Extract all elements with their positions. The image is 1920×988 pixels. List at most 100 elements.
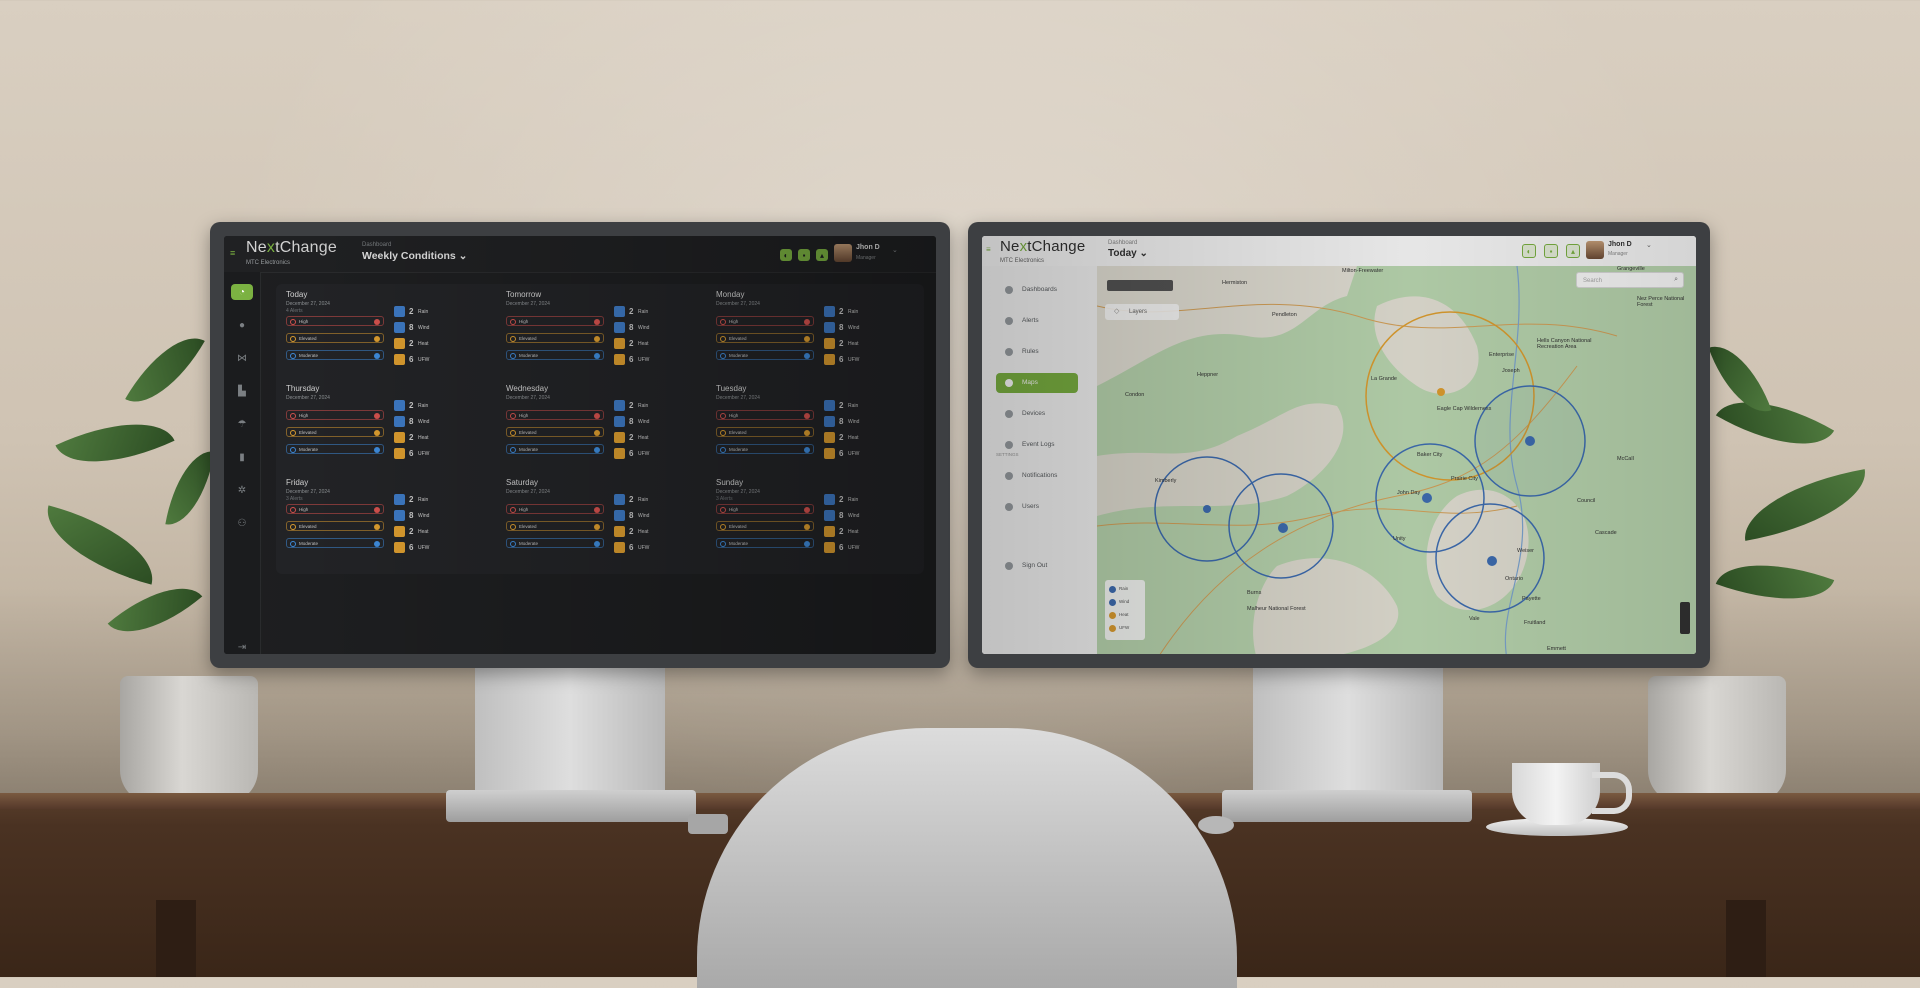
- dashboard-icon[interactable]: ◔: [231, 284, 253, 300]
- map-search-input[interactable]: Search: [1576, 272, 1684, 288]
- day-card[interactable]: Tuesday December 27, 2024 High Elevated Mode…: [716, 384, 921, 468]
- alert-level-row[interactable]: High: [506, 410, 604, 420]
- alert-level-row[interactable]: Moderate: [286, 444, 384, 454]
- chevron-down-icon[interactable]: ⌄: [892, 246, 898, 254]
- wind-marker[interactable]: [1487, 556, 1497, 566]
- alert-level-row[interactable]: Elevated: [716, 427, 814, 437]
- alert-level-row[interactable]: Moderate: [716, 350, 814, 360]
- alert-level-row[interactable]: Moderate: [506, 444, 604, 454]
- alert-level-row[interactable]: High: [506, 504, 604, 514]
- menu-icon[interactable]: ≡: [986, 245, 991, 254]
- alert-level-row[interactable]: Elevated: [286, 521, 384, 531]
- alert-level-row[interactable]: High: [286, 410, 384, 420]
- map-view[interactable]: Milton-Freewater Hermiston Pendleton Heppne…: [1097, 266, 1696, 654]
- layers-icon: ◇: [1114, 308, 1120, 315]
- day-card[interactable]: Sunday December 27, 2024 3 Alerts High Eleva…: [716, 478, 921, 562]
- metric-value: 6: [629, 355, 634, 364]
- sidebar-item-dashboards[interactable]: Dashboards: [996, 280, 1078, 300]
- metric-item: 2 Rain: [824, 494, 884, 506]
- rain-marker[interactable]: [1278, 523, 1288, 533]
- metric-value: 2: [839, 527, 844, 536]
- bell-icon[interactable]: ▴: [816, 249, 828, 261]
- alert-level-row[interactable]: High: [716, 504, 814, 514]
- alert-level-row[interactable]: Moderate: [506, 538, 604, 548]
- alert-level-label: Moderate: [299, 541, 319, 546]
- metric-label: Rain: [848, 309, 859, 315]
- heat-marker[interactable]: [1437, 388, 1445, 396]
- day-card[interactable]: Today December 27, 2024 4 Alerts High Elevat…: [286, 290, 491, 374]
- alert-level-label: High: [519, 507, 529, 512]
- search-icon[interactable]: ⌕: [1674, 276, 1678, 284]
- users-icon[interactable]: ⚇: [231, 515, 253, 531]
- alert-icon[interactable]: ●: [231, 317, 253, 333]
- sign-out-icon[interactable]: ⇥: [231, 639, 253, 654]
- day-title: Thursday: [286, 384, 320, 393]
- breadcrumb[interactable]: Dashboard: [1108, 240, 1137, 246]
- logs-icon[interactable]: ▮: [231, 449, 253, 465]
- alert-level-row[interactable]: Moderate: [286, 538, 384, 548]
- day-card[interactable]: Tomorrow December 27, 2024 High Elevated Mod…: [506, 290, 711, 374]
- metric-icon: [614, 542, 625, 553]
- alert-level-row[interactable]: Moderate: [716, 538, 814, 548]
- rules-icon[interactable]: ⋈: [231, 350, 253, 366]
- day-card[interactable]: Monday December 27, 2024 High Elevated Moder…: [716, 290, 921, 374]
- alert-level-row[interactable]: High: [506, 316, 604, 326]
- maps-icon[interactable]: ▙: [231, 383, 253, 399]
- zoom-controls[interactable]: [1680, 602, 1690, 634]
- metric-item: 2 Heat: [824, 432, 884, 444]
- devices-icon[interactable]: ☂: [231, 416, 253, 432]
- messages-button[interactable]: ▪: [1544, 244, 1558, 258]
- layers-button[interactable]: ◇ Layers: [1105, 304, 1179, 320]
- day-date: December 27, 2024: [286, 395, 330, 401]
- sidebar-item-devices[interactable]: Devices: [996, 404, 1078, 424]
- metric-item: 8 Wind: [824, 416, 884, 428]
- bell-icon[interactable]: ▴: [1566, 244, 1580, 258]
- metric-icon: [824, 510, 835, 521]
- menu-icon[interactable]: ≡: [230, 248, 235, 258]
- metric-icon: [394, 416, 405, 427]
- rain-marker[interactable]: [1203, 505, 1211, 513]
- alert-level-row[interactable]: Elevated: [506, 521, 604, 531]
- page-title[interactable]: Today ⌄: [1108, 248, 1148, 259]
- sidebar-item-alerts[interactable]: Alerts: [996, 311, 1078, 331]
- sidebar-item-event-logs[interactable]: Event Logs: [996, 435, 1078, 455]
- theme-toggle-button[interactable]: ◐: [780, 249, 792, 261]
- notifications-icon[interactable]: ✲: [231, 482, 253, 498]
- theme-toggle-button[interactable]: ◐: [1522, 244, 1536, 258]
- status-dot: [594, 524, 600, 530]
- alert-level-row[interactable]: High: [286, 504, 384, 514]
- alert-level-row[interactable]: Moderate: [716, 444, 814, 454]
- avatar[interactable]: [834, 244, 852, 262]
- day-card[interactable]: Thursday December 27, 2024 High Elevated Mod…: [286, 384, 491, 468]
- sidebar-item-maps[interactable]: Maps: [996, 373, 1078, 393]
- page-title[interactable]: Weekly Conditions ⌄: [362, 250, 467, 262]
- alert-level-row[interactable]: High: [716, 316, 814, 326]
- alert-level-row[interactable]: High: [286, 316, 384, 326]
- sidebar-item-notifications[interactable]: Notifications: [996, 466, 1078, 486]
- alert-level-row[interactable]: Moderate: [506, 350, 604, 360]
- alert-level-row[interactable]: Moderate: [286, 350, 384, 360]
- alert-level-row[interactable]: Elevated: [286, 427, 384, 437]
- alert-level-row[interactable]: Elevated: [716, 333, 814, 343]
- day-card[interactable]: Wednesday December 27, 2024 High Elevated Mo…: [506, 384, 711, 468]
- alert-level-row[interactable]: Elevated: [506, 333, 604, 343]
- breadcrumb[interactable]: Dashboard: [362, 242, 391, 248]
- alert-level-row[interactable]: Elevated: [716, 521, 814, 531]
- chevron-down-icon[interactable]: ⌄: [1646, 241, 1652, 249]
- sign-out-button[interactable]: Sign Out: [996, 556, 1078, 576]
- map-style-tabs[interactable]: [1107, 280, 1173, 291]
- sidebar-item-users[interactable]: Users: [996, 497, 1078, 517]
- alert-level-row[interactable]: High: [716, 410, 814, 420]
- status-dot: [374, 413, 380, 419]
- messages-button[interactable]: ▪: [798, 249, 810, 261]
- day-card[interactable]: Saturday December 27, 2024 High Elevated Mod…: [506, 478, 711, 562]
- avatar[interactable]: [1586, 241, 1604, 259]
- rain-marker[interactable]: [1525, 436, 1535, 446]
- wind-marker[interactable]: [1422, 493, 1432, 503]
- sidebar-item-rules[interactable]: Rules: [996, 342, 1078, 362]
- metric-label: Rain: [418, 403, 429, 409]
- day-card[interactable]: Friday December 27, 2024 3 Alerts High Eleva…: [286, 478, 491, 562]
- metric-value: 2: [839, 401, 844, 410]
- alert-level-row[interactable]: Elevated: [506, 427, 604, 437]
- alert-level-row[interactable]: Elevated: [286, 333, 384, 343]
